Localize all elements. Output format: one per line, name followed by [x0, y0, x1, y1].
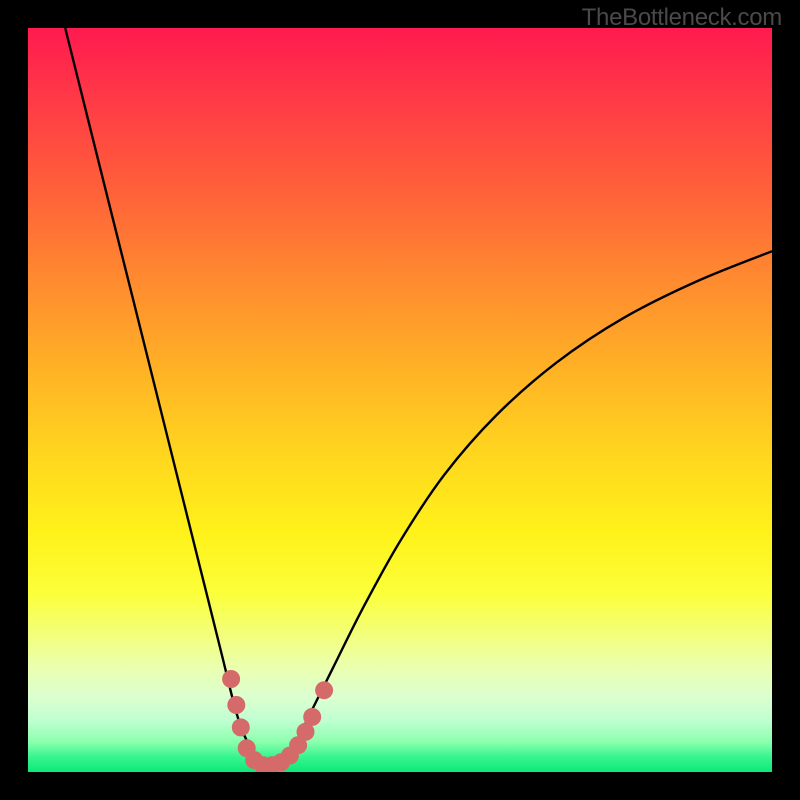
marker-dot: [315, 681, 333, 699]
curve-path: [65, 28, 772, 765]
chart-svg: [28, 28, 772, 772]
marker-dot: [303, 708, 321, 726]
watermark-text: TheBottleneck.com: [582, 4, 782, 32]
plot-area: [28, 28, 772, 772]
marker-dot: [227, 696, 245, 714]
marker-dot: [222, 670, 240, 688]
marker-group: [222, 670, 333, 772]
marker-dot: [232, 718, 250, 736]
chart-frame: TheBottleneck.com: [0, 0, 800, 800]
